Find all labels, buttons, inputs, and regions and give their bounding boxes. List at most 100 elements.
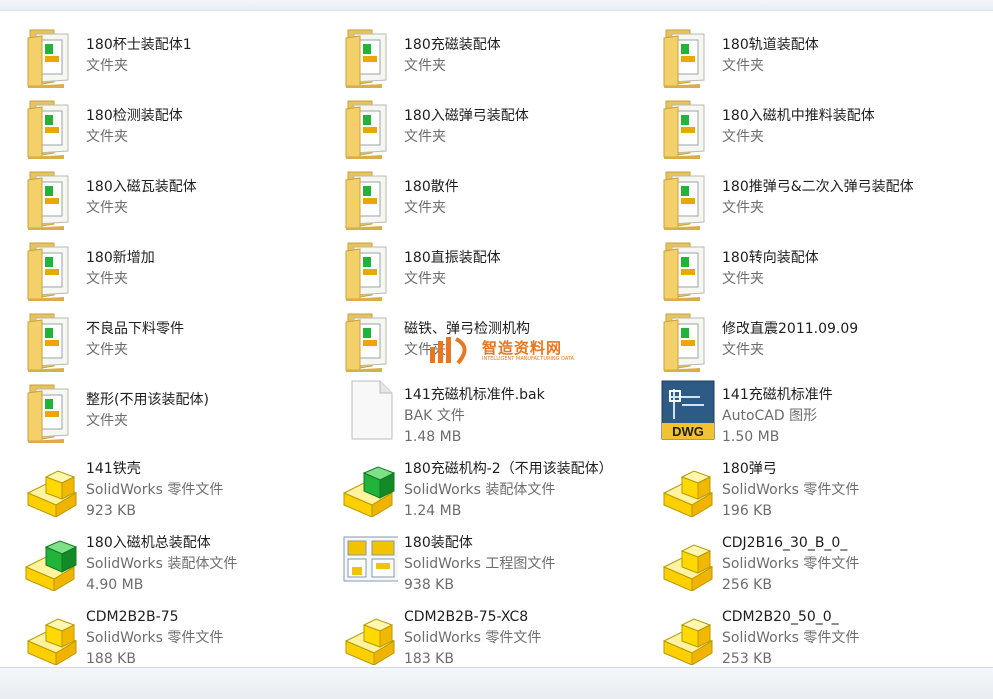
- folder-item[interactable]: 180直振装配体 文件夹: [342, 237, 642, 303]
- item-name: 141铁壳: [86, 461, 141, 477]
- solidworks-part-icon: [660, 601, 722, 665]
- item-text: 180充磁机构-2（不用该装配体） SolidWorks 装配体文件 1.24 MB: [404, 459, 613, 522]
- item-name: CDJ2B16_30_B_0_: [722, 535, 848, 551]
- item-text: 180充磁装配体 文件夹: [404, 35, 501, 77]
- folder-item[interactable]: 180新增加 文件夹: [24, 237, 324, 303]
- item-name: 141充磁机标准件: [722, 387, 833, 403]
- blank-file-icon: [342, 379, 404, 443]
- file-item[interactable]: 141充磁机标准件.bak BAK 文件 1.48 MB: [342, 379, 642, 445]
- folder-item[interactable]: 180轨道装配体 文件夹: [660, 24, 960, 90]
- item-text: 180入磁弹弓装配体 文件夹: [404, 106, 529, 148]
- folder-icon: [660, 237, 722, 301]
- folder-icon: [342, 237, 404, 301]
- folder-item[interactable]: 180散件文件夹: [342, 166, 642, 232]
- item-text: 180直振装配体 文件夹: [404, 248, 501, 290]
- solidworks-assembly-icon: [342, 453, 404, 517]
- item-name: 141充磁机标准件.bak: [404, 387, 545, 403]
- item-type: 文件夹: [722, 58, 764, 74]
- item-size: 923 KB: [86, 503, 136, 519]
- folder-item[interactable]: 不良品下料零件 文件夹: [24, 308, 324, 374]
- item-type: 文件夹: [404, 200, 446, 216]
- folder-icon: [24, 24, 86, 88]
- item-type: SolidWorks 零件文件: [86, 630, 224, 646]
- file-item[interactable]: DWG 141充磁机标准件 AutoCAD 图形 1.50 MB: [660, 379, 960, 445]
- item-text: 180新增加 文件夹: [86, 248, 155, 290]
- item-size: 1.50 MB: [722, 429, 780, 445]
- item-name: 整形(不用该装配体): [86, 392, 209, 408]
- file-item[interactable]: CDJ2B16_30_B_0_ SolidWorks 零件文件 256 KB: [660, 527, 960, 593]
- folder-item[interactable]: 180推弹弓&二次入弹弓装配体 文件夹: [660, 166, 960, 232]
- item-name: 180散件: [404, 179, 459, 195]
- file-item[interactable]: CDM2B2B-75 SolidWorks 零件文件 188 KB: [24, 601, 324, 667]
- item-size: 938 KB: [404, 577, 454, 593]
- item-name: CDM2B2B-75-XC8: [404, 609, 529, 625]
- item-text: 180杯士装配体1 文件夹: [86, 35, 192, 77]
- item-text: 141铁壳 SolidWorks 零件文件 923 KB: [86, 459, 223, 522]
- folder-item[interactable]: 180入磁弹弓装配体 文件夹: [342, 95, 642, 161]
- file-item[interactable]: 180弹弓 SolidWorks 零件文件 196 KB: [660, 453, 960, 519]
- folder-item[interactable]: 180充磁装配体 文件夹: [342, 24, 642, 90]
- item-name: 180弹弓: [722, 461, 777, 477]
- item-name: 180直振装配体: [404, 250, 501, 266]
- item-text: 141充磁机标准件.bak BAK 文件 1.48 MB: [404, 385, 545, 448]
- item-name: 180转向装配体: [722, 250, 819, 266]
- item-name: 180检测装配体: [86, 108, 183, 124]
- folder-item[interactable]: 180入磁瓦装配体 文件夹: [24, 166, 324, 232]
- item-text: 不良品下料零件 文件夹: [86, 319, 184, 361]
- item-text: 180弹弓 SolidWorks 零件文件 196 KB: [722, 459, 859, 522]
- item-text: 141充磁机标准件 AutoCAD 图形 1.50 MB: [722, 385, 833, 448]
- dwg-file-icon: DWG: [660, 379, 722, 443]
- item-name: 180轨道装配体: [722, 37, 819, 53]
- folder-item[interactable]: 180入磁机中推料装配体 文件夹: [660, 95, 960, 161]
- item-text: 180入磁瓦装配体 文件夹: [86, 177, 197, 219]
- item-size: 4.90 MB: [86, 577, 144, 593]
- folder-item[interactable]: 180转向装配体 文件夹: [660, 237, 960, 303]
- solidworks-part-icon: [660, 453, 722, 517]
- item-text: CDJ2B16_30_B_0_ SolidWorks 零件文件 256 KB: [722, 533, 859, 596]
- item-size: 1.48 MB: [404, 429, 462, 445]
- item-name: 修改直震2011.09.09: [722, 321, 859, 337]
- item-text: CDM2B20_50_0_ SolidWorks 零件文件 253 KB: [722, 607, 859, 670]
- item-text: 180入磁机中推料装配体 文件夹: [722, 106, 875, 148]
- item-name: CDM2B20_50_0_: [722, 609, 839, 625]
- item-text: 整形(不用该装配体) 文件夹: [86, 390, 209, 432]
- file-item[interactable]: CDM2B20_50_0_ SolidWorks 零件文件 253 KB: [660, 601, 960, 667]
- folder-icon: [24, 237, 86, 301]
- item-name: 180入磁机总装配体: [86, 535, 211, 551]
- item-name: 180入磁弹弓装配体: [404, 108, 529, 124]
- item-type: 文件夹: [404, 129, 446, 145]
- folder-item[interactable]: 修改直震2011.09.09 文件夹: [660, 308, 960, 374]
- folder-item[interactable]: 整形(不用该装配体) 文件夹: [24, 379, 324, 445]
- file-item[interactable]: 180入磁机总装配体 SolidWorks 装配体文件 4.90 MB: [24, 527, 324, 593]
- item-type: 文件夹: [86, 129, 128, 145]
- status-bar: [0, 667, 993, 699]
- item-type: 文件夹: [722, 200, 764, 216]
- file-item[interactable]: 180装配体 SolidWorks 工程图文件 938 KB: [342, 527, 642, 593]
- folder-icon: [342, 166, 404, 230]
- item-text: 修改直震2011.09.09 文件夹: [722, 319, 858, 361]
- folder-icon: [660, 24, 722, 88]
- item-type: SolidWorks 零件文件: [722, 556, 860, 572]
- item-name: 180杯士装配体1: [86, 37, 192, 53]
- solidworks-drawing-icon: [342, 527, 404, 591]
- folder-icon: [24, 95, 86, 159]
- item-type: SolidWorks 零件文件: [722, 482, 860, 498]
- item-text: 180散件文件夹: [404, 177, 459, 219]
- folder-item[interactable]: 180检测装配体 文件夹: [24, 95, 324, 161]
- file-item[interactable]: 180充磁机构-2（不用该装配体） SolidWorks 装配体文件 1.24 MB: [342, 453, 642, 519]
- toolbar-strip: [0, 0, 993, 11]
- item-name: 180装配体: [404, 535, 473, 551]
- svg-text:DWG: DWG: [672, 424, 704, 439]
- folder-item[interactable]: 180杯士装配体1 文件夹: [24, 24, 324, 90]
- item-size: 256 KB: [722, 577, 772, 593]
- item-size: 196 KB: [722, 503, 772, 519]
- item-name: 180入磁机中推料装配体: [722, 108, 875, 124]
- file-item[interactable]: 141铁壳 SolidWorks 零件文件 923 KB: [24, 453, 324, 519]
- item-name: 不良品下料零件: [86, 321, 184, 337]
- file-item[interactable]: CDM2B2B-75-XC8 SolidWorks 零件文件 183 KB: [342, 601, 642, 667]
- item-type: 文件夹: [722, 342, 764, 358]
- item-text: 180转向装配体 文件夹: [722, 248, 819, 290]
- item-type: 文件夹: [86, 342, 128, 358]
- item-name: 180新增加: [86, 250, 155, 266]
- folder-icon: [342, 95, 404, 159]
